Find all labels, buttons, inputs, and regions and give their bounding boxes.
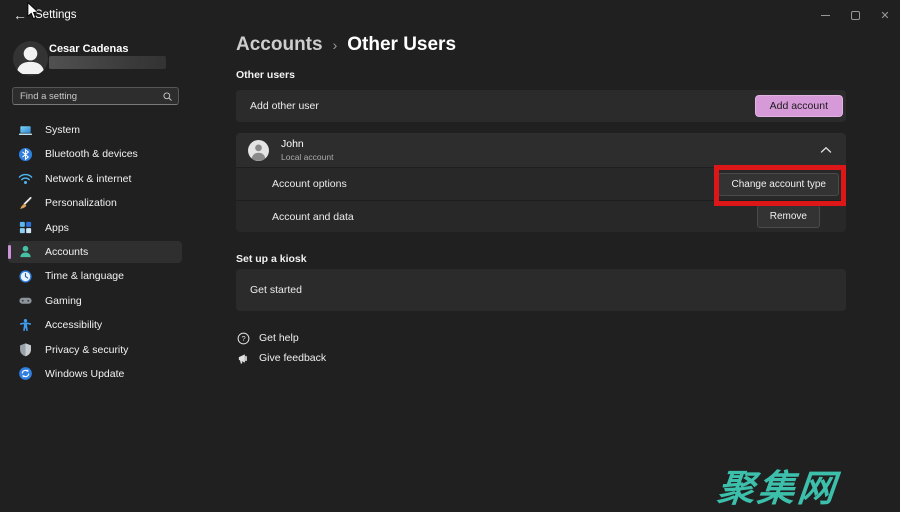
windows-update-icon — [18, 366, 33, 381]
sidebar-item-label: Privacy & security — [45, 344, 128, 356]
sidebar-item-label: Network & internet — [45, 173, 131, 185]
wifi-icon — [18, 171, 33, 186]
account-and-data-label: Account and data — [272, 211, 354, 223]
window-title: Settings — [35, 9, 77, 21]
sidebar-item-apps[interactable]: Apps — [8, 217, 182, 239]
sidebar-item-system[interactable]: System — [8, 119, 182, 141]
watermark-text: 聚集网 — [715, 458, 841, 512]
clock-icon — [18, 269, 33, 284]
game-controller-icon — [18, 293, 33, 308]
sidebar-item-network-internet[interactable]: Network & internet — [8, 168, 182, 190]
mouse-cursor-icon — [27, 2, 40, 26]
get-help-link[interactable]: ? Get help — [237, 328, 326, 348]
accessibility-icon — [18, 318, 33, 333]
system-icon — [18, 123, 33, 138]
sidebar-item-accessibility[interactable]: Accessibility — [8, 314, 182, 336]
feedback-megaphone-icon — [237, 352, 250, 365]
sidebar-item-label: Bluetooth & devices — [45, 148, 138, 160]
window-controls: ✕ — [810, 0, 900, 30]
breadcrumb: Accounts › Other Users — [236, 34, 456, 56]
sidebar-item-accounts[interactable]: Accounts — [8, 241, 182, 263]
search-input[interactable] — [13, 91, 162, 102]
maximize-button[interactable] — [840, 3, 870, 27]
sidebar-item-gaming[interactable]: Gaming — [8, 290, 182, 312]
breadcrumb-separator: › — [333, 37, 338, 53]
remove-button[interactable]: Remove — [757, 205, 820, 228]
add-account-button[interactable]: Add account — [755, 95, 843, 117]
kiosk-heading: Set up a kiosk — [236, 253, 307, 265]
user-avatar[interactable] — [13, 41, 48, 76]
give-feedback-link[interactable]: Give feedback — [237, 348, 326, 368]
get-started-label: Get started — [250, 284, 302, 296]
breadcrumb-accounts[interactable]: Accounts — [236, 34, 323, 56]
add-other-user-label: Add other user — [250, 100, 319, 112]
svg-text:?: ? — [241, 334, 245, 343]
give-feedback-label: Give feedback — [259, 352, 326, 364]
sidebar: Cesar Cadenas System Bluetooth & devices — [0, 30, 230, 509]
sidebar-item-label: System — [45, 124, 80, 136]
user-email-redacted — [49, 56, 166, 69]
brush-icon — [18, 196, 33, 211]
minimize-button[interactable] — [810, 3, 840, 27]
user-john-header-row[interactable]: John Local account — [236, 133, 846, 167]
sidebar-item-label: Windows Update — [45, 368, 124, 380]
minimize-icon — [821, 15, 830, 16]
john-avatar — [248, 140, 269, 161]
sidebar-nav: System Bluetooth & devices Network & int… — [8, 119, 182, 387]
get-started-row[interactable]: Get started — [236, 269, 846, 311]
help-links: ? Get help Give feedback — [237, 328, 326, 368]
apps-icon — [18, 220, 33, 235]
other-users-heading: Other users — [236, 69, 295, 81]
close-button[interactable]: ✕ — [870, 3, 900, 27]
sidebar-item-label: Accessibility — [45, 319, 102, 331]
add-other-user-row: Add other user Add account — [236, 90, 846, 122]
account-options-row: Account options Change account type — [236, 167, 846, 200]
titlebar: ← Settings ✕ — [0, 0, 900, 30]
john-name: John — [281, 138, 333, 150]
sidebar-item-label: Accounts — [45, 246, 88, 258]
sidebar-item-personalization[interactable]: Personalization — [8, 192, 182, 214]
page-title: Other Users — [347, 34, 456, 56]
sidebar-item-label: Apps — [45, 222, 69, 234]
sidebar-item-time-language[interactable]: Time & language — [8, 265, 182, 287]
sidebar-item-privacy-security[interactable]: Privacy & security — [8, 339, 182, 361]
chevron-up-icon[interactable] — [820, 146, 832, 154]
user-john-card: John Local account Account options Chang… — [236, 133, 846, 232]
account-and-data-row: Account and data Remove — [236, 200, 846, 232]
shield-icon — [18, 342, 33, 357]
maximize-icon — [851, 11, 860, 20]
sidebar-item-label: Personalization — [45, 197, 117, 209]
sidebar-item-label: Time & language — [45, 270, 124, 282]
john-account-type: Local account — [281, 152, 333, 162]
search-box[interactable] — [12, 87, 179, 105]
change-account-type-button[interactable]: Change account type — [718, 173, 839, 196]
sidebar-item-label: Gaming — [45, 295, 82, 307]
help-question-icon: ? — [237, 332, 250, 345]
sidebar-item-bluetooth-devices[interactable]: Bluetooth & devices — [8, 143, 182, 165]
accounts-person-icon — [18, 244, 33, 259]
get-help-label: Get help — [259, 332, 299, 344]
john-info: John Local account — [281, 138, 333, 162]
account-options-label: Account options — [272, 178, 347, 190]
search-icon — [162, 91, 173, 102]
sidebar-item-windows-update[interactable]: Windows Update — [8, 363, 182, 385]
bluetooth-icon — [18, 147, 33, 162]
user-name: Cesar Cadenas — [49, 43, 129, 55]
